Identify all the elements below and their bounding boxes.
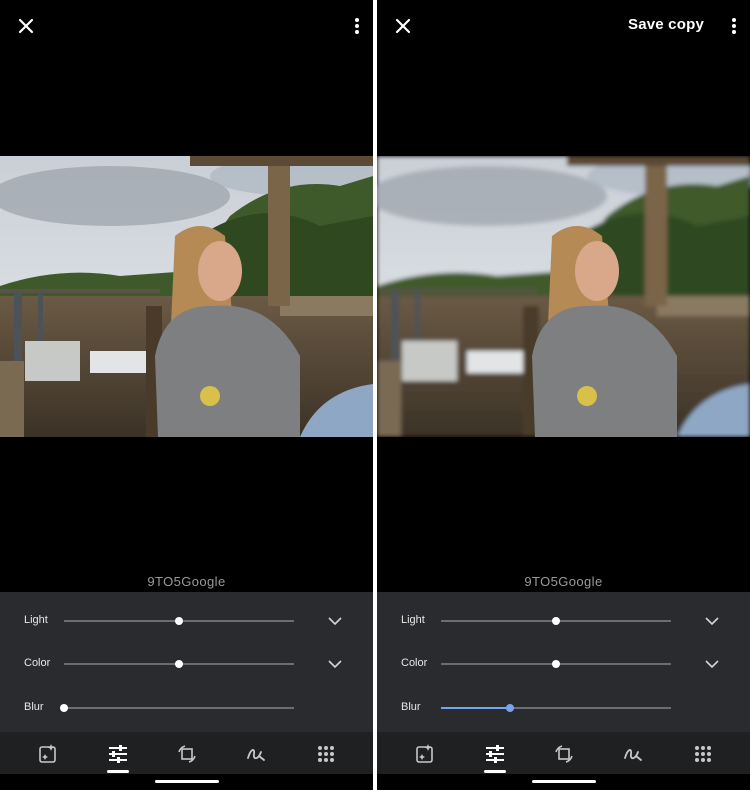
color-row: Color [0, 644, 373, 684]
bottom-toolbar [377, 732, 750, 774]
suggestions-icon[interactable] [411, 740, 439, 768]
editor-panel-before: 9TO5Google Light Color Blur [0, 0, 373, 790]
light-slider-thumb[interactable] [175, 617, 183, 625]
save-copy-button[interactable]: Save copy [628, 16, 704, 33]
watermark: 9TO5Google [524, 574, 603, 589]
adjust-panel: Light Color Blur [377, 592, 750, 732]
markup-icon[interactable] [619, 740, 647, 768]
more-tools-icon[interactable] [689, 740, 717, 768]
chevron-down-icon[interactable] [704, 656, 720, 672]
gesture-nav-bar[interactable] [155, 780, 219, 783]
gesture-nav-bar[interactable] [532, 780, 596, 783]
blur-row: Blur [0, 688, 373, 728]
editor-panel-after: Save copy 9TO5Google Light Color Blur [377, 0, 750, 790]
blur-slider-thumb[interactable] [506, 704, 514, 712]
photo-preview [0, 156, 373, 437]
close-icon[interactable] [391, 14, 415, 38]
color-row: Color [377, 644, 750, 684]
light-row: Light [0, 601, 373, 641]
blur-label: Blur [401, 701, 421, 713]
watermark: 9TO5Google [147, 574, 226, 589]
bottom-toolbar [0, 732, 373, 774]
crop-rotate-icon[interactable] [173, 740, 201, 768]
blur-slider[interactable] [60, 704, 294, 712]
color-slider[interactable] [64, 660, 294, 668]
more-vert-icon[interactable] [349, 14, 365, 38]
color-slider-thumb[interactable] [175, 660, 183, 668]
color-label: Color [401, 657, 428, 669]
light-label: Light [24, 614, 48, 626]
top-bar: Save copy [377, 0, 750, 52]
adjust-icon[interactable] [104, 740, 132, 768]
light-row: Light [377, 601, 750, 641]
blur-slider[interactable] [441, 704, 671, 712]
close-icon[interactable] [14, 14, 38, 38]
color-slider-thumb[interactable] [552, 660, 560, 668]
markup-icon[interactable] [242, 740, 270, 768]
light-slider[interactable] [441, 617, 671, 625]
light-slider-thumb[interactable] [552, 617, 560, 625]
color-slider[interactable] [441, 660, 671, 668]
active-tool-indicator [107, 770, 129, 773]
light-label: Light [401, 614, 425, 626]
blur-row: Blur [377, 688, 750, 728]
photo-preview [377, 156, 750, 437]
blur-label: Blur [24, 701, 44, 713]
adjust-icon[interactable] [481, 740, 509, 768]
adjust-panel: Light Color Blur [0, 592, 373, 732]
more-tools-icon[interactable] [312, 740, 340, 768]
active-tool-indicator [484, 770, 506, 773]
chevron-down-icon[interactable] [327, 613, 343, 629]
top-bar [0, 0, 373, 52]
light-slider[interactable] [64, 617, 294, 625]
blur-slider-fill [441, 707, 510, 709]
blur-slider-thumb[interactable] [60, 704, 68, 712]
crop-rotate-icon[interactable] [550, 740, 578, 768]
more-vert-icon[interactable] [726, 14, 742, 38]
suggestions-icon[interactable] [34, 740, 62, 768]
chevron-down-icon[interactable] [327, 656, 343, 672]
color-label: Color [24, 657, 51, 669]
chevron-down-icon[interactable] [704, 613, 720, 629]
